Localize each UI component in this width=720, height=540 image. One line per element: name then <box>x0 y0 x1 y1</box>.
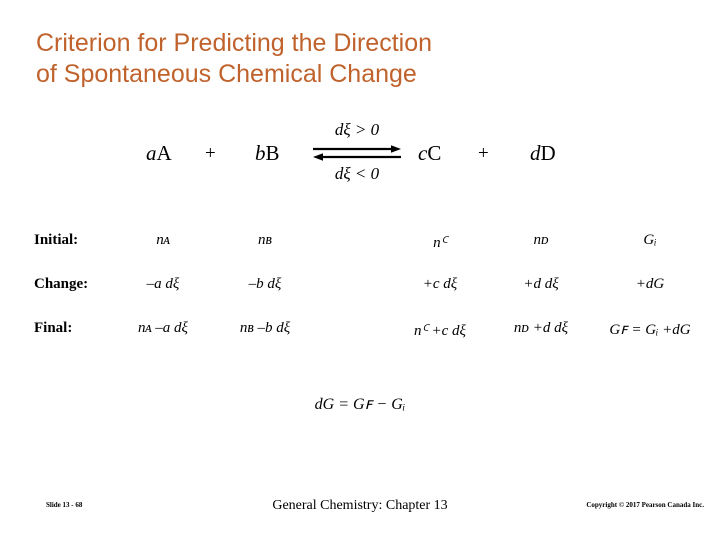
product-c-term: cC <box>418 141 441 166</box>
forward-direction-label: dξ > 0 <box>334 120 380 139</box>
product-d-coefficient: d <box>530 141 541 165</box>
title-line-2: of Spontaneous Chemical Change <box>36 60 417 88</box>
change-cell-a: –a dξ <box>146 276 180 292</box>
row-label-change: Change: <box>34 276 89 292</box>
final-cell-g: Gꜰ = Gᵢ +dG <box>609 322 691 338</box>
reactant-b-coefficient: b <box>255 141 266 165</box>
table-row: Change: –a dξ –b dξ +c dξ +d dξ +dG <box>0 276 720 320</box>
reactant-b-term: bB <box>255 141 280 166</box>
title-line-1: Criterion for Predicting the Direction <box>36 29 432 57</box>
final-cell-d: nᴅ +d dξ <box>513 320 569 336</box>
change-cell-d: +d dξ <box>523 276 559 292</box>
table-row: Final: nᴀ –a dξ nʙ –b dξ nꟲ +c dξ nᴅ +d … <box>0 320 720 364</box>
final-cell-c: nꟲ +c dξ <box>414 323 466 339</box>
copyright-notice: Copyright © 2017 Pearson Canada Inc. <box>586 501 704 509</box>
change-cell-b: –b dξ <box>248 276 282 292</box>
summary-formula: dG = Gꜰ − Gᵢ <box>314 396 406 413</box>
equation-plus-left: + <box>205 143 216 164</box>
final-cell-b: nʙ –b dξ <box>239 320 291 336</box>
initial-cell-d: nᴅ <box>533 232 549 248</box>
product-c-coefficient: c <box>418 141 428 165</box>
slide-footer: Slide 13 - 68 General Chemistry: Chapter… <box>0 498 720 518</box>
initial-cell-a: nᴀ <box>156 232 170 248</box>
page-title: Criterion for Predicting the Direction o… <box>36 28 684 90</box>
reactant-a-term: aA <box>146 141 172 166</box>
product-d-element: D <box>540 141 556 165</box>
final-cell-a: nᴀ –a dξ <box>138 320 188 336</box>
chemical-equation: aA + bB dξ > 0 dξ < 0 cC + dD <box>0 118 720 190</box>
slide-canvas: Criterion for Predicting the Direction o… <box>0 0 720 540</box>
initial-cell-g: Gᵢ <box>643 232 657 248</box>
reactant-a-element: A <box>156 141 172 165</box>
product-d-term: dD <box>530 141 556 166</box>
table-row: Initial: nᴀ nʙ nꟲ nᴅ Gᵢ <box>0 232 720 276</box>
product-c-element: C <box>427 141 442 165</box>
reverse-direction-label: dξ < 0 <box>334 164 380 183</box>
equilibrium-arrow-group: dξ > 0 dξ < 0 <box>311 118 403 190</box>
equation-plus-right: + <box>478 143 489 164</box>
initial-cell-b: nʙ <box>258 232 272 248</box>
equilibrium-double-arrow-icon <box>313 145 401 161</box>
row-label-final: Final: <box>34 320 73 336</box>
reactant-b-element: B <box>265 141 280 165</box>
reactant-a-coefficient: a <box>146 141 157 165</box>
change-cell-g: +dG <box>635 276 665 292</box>
reaction-table: Initial: nᴀ nʙ nꟲ nᴅ Gᵢ Change: –a dξ –b… <box>0 232 720 364</box>
initial-cell-c: nꟲ <box>433 235 447 251</box>
row-label-initial: Initial: <box>34 232 79 248</box>
change-cell-c: +c dξ <box>422 276 458 292</box>
